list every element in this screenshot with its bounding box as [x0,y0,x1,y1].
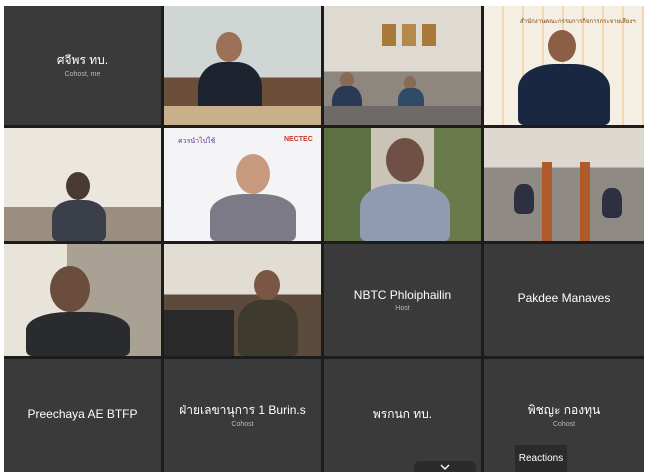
participant-head [216,32,242,62]
participant-video[interactable] [164,6,321,125]
desk [324,106,481,125]
participant-name: NBTC Phloiphailin [353,287,452,302]
logo-left: ควรนำไปใช้ [178,138,216,145]
participant-body [518,64,610,125]
participant-name: ฝ่ายเลขานุการ 1 Burin.s [179,403,306,418]
participant-video[interactable] [4,244,161,356]
more-toolbar-button[interactable] [414,461,476,472]
participant-head [254,270,280,300]
participant-name: พรกนก ทบ. [372,406,433,421]
banner-text: สำนักงานคณะกรรมการกิจการกระจายเสียงฯ [520,19,636,25]
participant-head [236,154,270,194]
participant-tile[interactable]: Preechaya AE BTFP [4,359,161,472]
participant-tile[interactable]: NBTC Phloiphailin Host [324,244,481,356]
participant-head [386,138,424,182]
participant-video[interactable]: สำนักงานคณะกรรมการกิจการกระจายเสียงฯ [484,6,644,125]
reactions-button[interactable]: Reactions [515,445,567,472]
participant-body [52,200,106,241]
video-frame [484,128,644,241]
conference-table [542,162,552,241]
chevron-down-icon [440,464,450,470]
conference-table [580,162,590,241]
participant-head [50,266,90,312]
participant-body [210,194,296,241]
desk [164,310,234,356]
participant-name: ศจีพร ทบ. [56,53,109,68]
participant-body [238,300,298,356]
participant-head [66,172,90,200]
participant-tile[interactable]: พรกนก ทบ. [324,359,481,472]
wall-frame [382,24,396,46]
participant-video[interactable] [484,128,644,241]
participant-role: Cohost, me [64,70,101,78]
wall-frame [402,24,416,46]
participant-video[interactable] [164,244,321,356]
participant-tile[interactable]: ศจีพร ทบ. Cohost, me [4,6,161,125]
participant-tile[interactable]: Pakdee Manaves [484,244,644,356]
participant-body [26,312,130,356]
participant-name: พิชญะ กองทุน [527,403,601,418]
participant-video[interactable] [324,128,481,241]
participant-name: Preechaya AE BTFP [27,406,138,421]
participant-tile[interactable]: ฝ่ายเลขานุการ 1 Burin.s Cohost [164,359,321,472]
participant-body [360,184,450,241]
participant-video[interactable] [4,128,161,241]
participant-head [548,30,576,62]
participant-name: Pakdee Manaves [517,291,611,306]
participant-role: Host [395,305,410,313]
logo-right: NECTEC [284,136,313,143]
participant-role: Cohost [552,420,576,428]
participant-video[interactable] [324,6,481,125]
participant-role: Cohost [231,420,254,428]
participant-body [514,184,534,214]
participant-video[interactable]: ควรนำไปใช้ NECTEC [164,128,321,241]
desk [164,106,321,125]
wall-frame [422,24,436,46]
video-grid: ศจีพร ทบ. Cohost, me สำนักงานคณะกรรมการก… [4,6,644,472]
participant-body [602,188,622,218]
